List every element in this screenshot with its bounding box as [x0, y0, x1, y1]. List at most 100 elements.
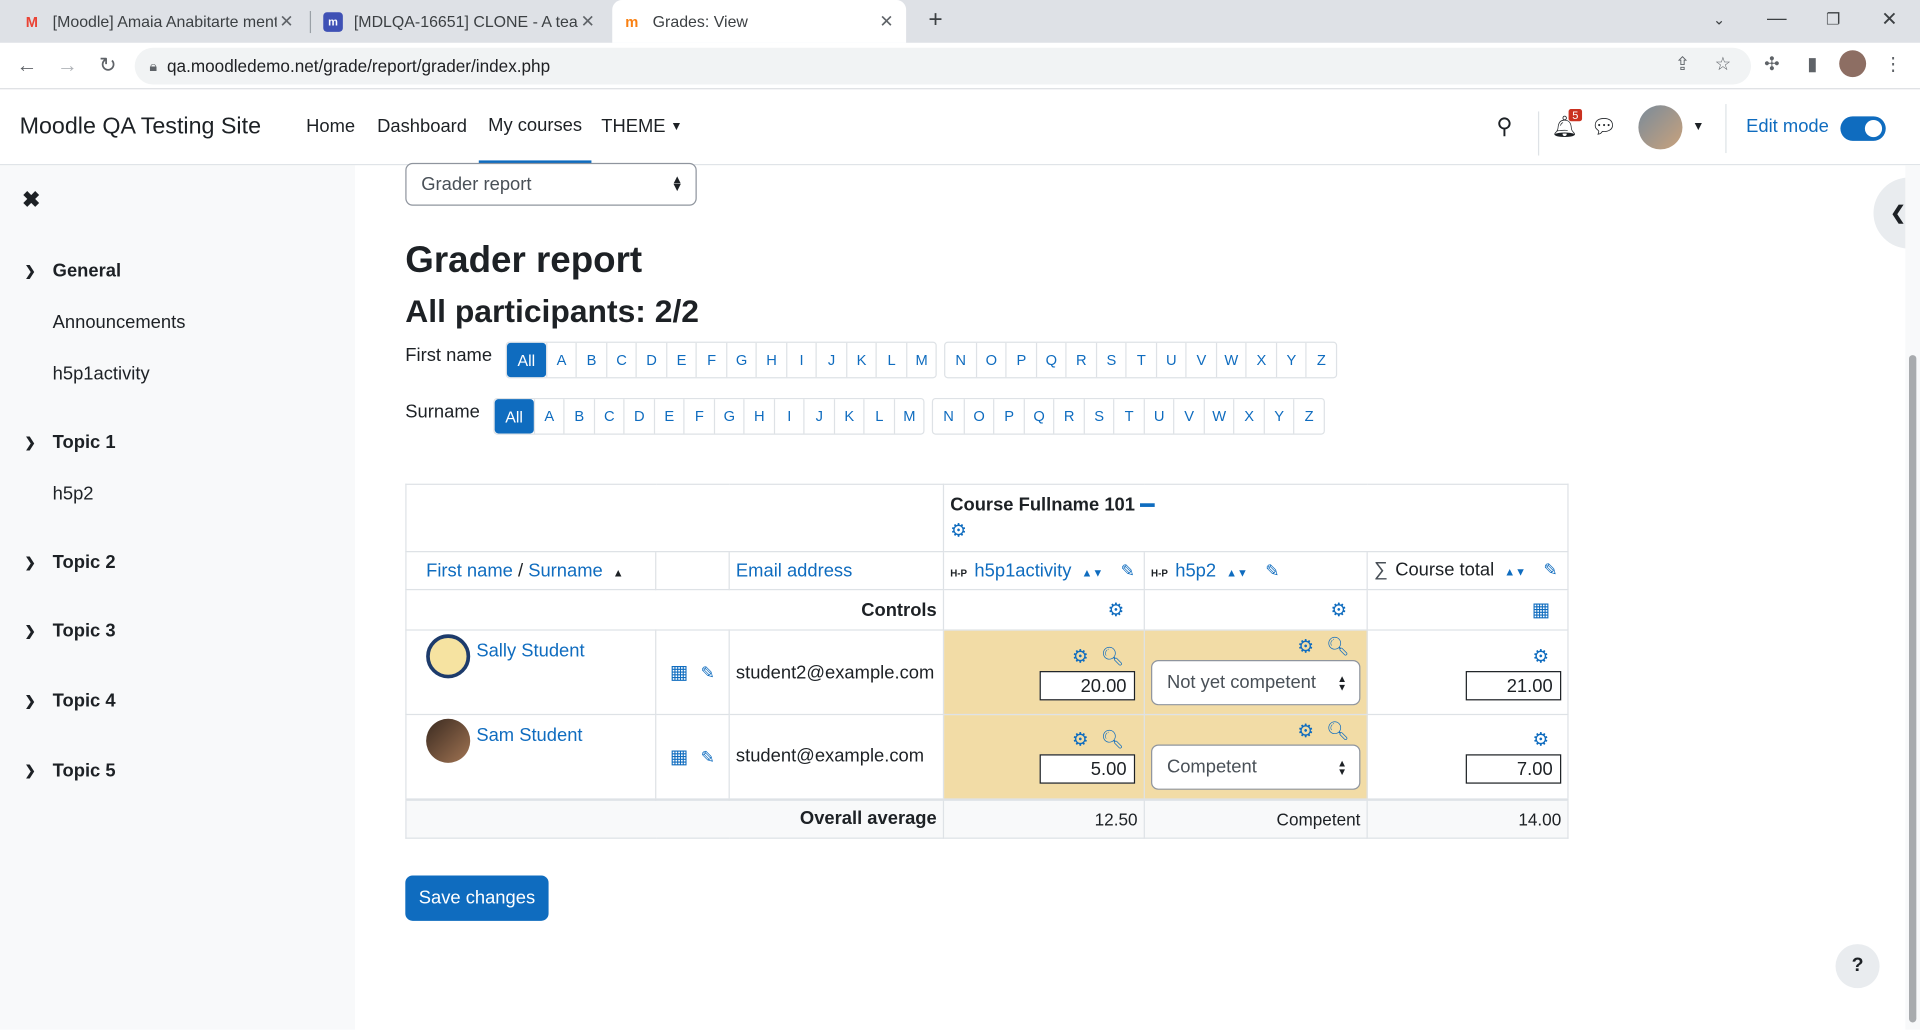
- letter-button[interactable]: T: [1125, 342, 1156, 378]
- gear-icon[interactable]: ⚙: [1297, 637, 1313, 658]
- gear-icon[interactable]: ⚙: [1072, 646, 1088, 667]
- gear-icon[interactable]: ⚙: [1108, 600, 1124, 621]
- letter-button[interactable]: D: [623, 399, 654, 434]
- nav-dashboard[interactable]: Dashboard: [377, 89, 467, 164]
- letter-button[interactable]: Y: [1275, 342, 1306, 378]
- letter-button[interactable]: J: [815, 342, 846, 378]
- close-tab-icon[interactable]: ✕: [578, 11, 598, 32]
- letter-button[interactable]: X: [1245, 342, 1276, 378]
- activity-announcements[interactable]: Announcements: [53, 312, 186, 333]
- scale-grade-select[interactable]: Competent ▲ ▼: [1151, 744, 1361, 790]
- sort-email-link[interactable]: Email address: [736, 560, 852, 581]
- letter-button[interactable]: T: [1113, 399, 1144, 434]
- letter-button[interactable]: O: [975, 342, 1006, 378]
- letter-button[interactable]: G: [725, 342, 756, 378]
- sort-icon[interactable]: ▲▼: [1081, 566, 1103, 578]
- letter-button[interactable]: B: [575, 342, 606, 378]
- edit-mode-toggle[interactable]: [1840, 116, 1886, 141]
- site-brand[interactable]: Moodle QA Testing Site: [20, 114, 261, 141]
- omnibox[interactable]: 🔒︎ qa.moodledemo.net/grade/report/grader…: [134, 47, 1752, 85]
- bookmark-star-icon[interactable]: ☆: [1709, 50, 1736, 77]
- restore-icon[interactable]: ❐: [1805, 0, 1861, 39]
- letter-button[interactable]: Q: [1023, 399, 1054, 434]
- letter-button[interactable]: O: [963, 399, 994, 434]
- letter-button[interactable]: F: [695, 342, 726, 378]
- letter-button[interactable]: I: [785, 342, 816, 378]
- scrollbar-thumb[interactable]: [1908, 355, 1917, 1023]
- letter-button[interactable]: V: [1173, 399, 1204, 434]
- letter-button[interactable]: L: [863, 399, 894, 434]
- grade-input[interactable]: 20.00: [1039, 670, 1136, 700]
- gear-icon[interactable]: ⚙: [1330, 600, 1346, 621]
- profile-avatar[interactable]: [1839, 50, 1867, 78]
- letter-button[interactable]: C: [605, 342, 636, 378]
- letter-button[interactable]: K: [845, 342, 876, 378]
- letter-button[interactable]: U: [1155, 342, 1186, 378]
- zoom-in-icon[interactable]: 🔍︎: [1101, 729, 1124, 751]
- share-icon[interactable]: ⇪: [1669, 50, 1696, 77]
- window-close-icon[interactable]: ✕: [1861, 0, 1917, 39]
- nav-theme[interactable]: THEME ▼: [601, 89, 682, 164]
- zoom-in-icon[interactable]: 🔍︎: [1326, 636, 1349, 658]
- close-drawer-icon[interactable]: ✖: [22, 187, 40, 213]
- pencil-icon[interactable]: ✎: [701, 747, 715, 768]
- side-panel-icon[interactable]: ▮: [1799, 50, 1826, 77]
- zoom-in-icon[interactable]: 🔍︎: [1101, 645, 1124, 667]
- letter-button[interactable]: D: [635, 342, 666, 378]
- letter-button[interactable]: W: [1203, 399, 1234, 434]
- h5p2-link[interactable]: h5p2: [1175, 560, 1216, 581]
- filter-all-button[interactable]: All: [506, 342, 546, 378]
- letter-button[interactable]: W: [1215, 342, 1246, 378]
- new-tab-icon[interactable]: +: [907, 0, 963, 39]
- letter-button[interactable]: X: [1233, 399, 1264, 434]
- activity-h5p2[interactable]: h5p2: [53, 484, 94, 505]
- user-menu[interactable]: ▼: [1638, 89, 1704, 164]
- letter-button[interactable]: R: [1065, 342, 1096, 378]
- save-changes-button[interactable]: Save changes: [405, 875, 549, 921]
- sort-firstname-link[interactable]: First name: [426, 560, 513, 581]
- section-topic-1[interactable]: ❯ Topic 1: [24, 432, 115, 453]
- sort-icon[interactable]: ▲▼: [1504, 566, 1526, 578]
- letter-button[interactable]: Z: [1305, 342, 1336, 378]
- letter-button[interactable]: S: [1083, 399, 1114, 434]
- letter-button[interactable]: A: [533, 399, 564, 434]
- back-icon[interactable]: ←: [11, 50, 43, 82]
- section-topic-4[interactable]: ❯ Topic 4: [24, 691, 115, 712]
- letter-button[interactable]: S: [1095, 342, 1126, 378]
- grade-table-icon[interactable]: ▦: [670, 660, 689, 684]
- letter-button[interactable]: Z: [1293, 399, 1324, 434]
- student-name-link[interactable]: Sam Student: [476, 725, 582, 746]
- browser-tab-tracker[interactable]: m [MDLQA-16651] CLONE - A teach ✕: [313, 0, 607, 43]
- letter-button[interactable]: B: [563, 399, 594, 434]
- total-input[interactable]: 21.00: [1465, 670, 1562, 700]
- letter-button[interactable]: Q: [1035, 342, 1066, 378]
- gear-icon[interactable]: ⚙: [1533, 730, 1549, 751]
- letter-button[interactable]: A: [545, 342, 576, 378]
- letter-button[interactable]: F: [683, 399, 714, 434]
- letter-button[interactable]: H: [743, 399, 774, 434]
- sort-icon[interactable]: ▲▼: [1226, 566, 1248, 578]
- student-name-link[interactable]: Sally Student: [476, 640, 584, 661]
- letter-button[interactable]: P: [993, 399, 1024, 434]
- section-general[interactable]: ❯ General: [24, 261, 121, 282]
- letter-button[interactable]: Y: [1263, 399, 1294, 434]
- letter-button[interactable]: J: [803, 399, 834, 434]
- browser-menu-icon[interactable]: ⋮: [1880, 50, 1907, 77]
- browser-tab-gmail[interactable]: M [Moodle] Amaia Anabitarte ment ✕: [12, 0, 306, 43]
- letter-button[interactable]: N: [946, 343, 976, 377]
- pencil-icon[interactable]: ✎: [701, 662, 715, 683]
- sort-surname-link[interactable]: Surname: [528, 560, 603, 581]
- notifications-icon[interactable]: 🔔︎ 5: [1551, 89, 1583, 164]
- gear-icon[interactable]: ⚙: [950, 519, 1561, 541]
- section-topic-3[interactable]: ❯ Topic 3: [24, 621, 115, 642]
- letter-button[interactable]: M: [893, 399, 924, 434]
- minimize-icon[interactable]: —: [1749, 0, 1805, 39]
- pencil-icon[interactable]: ✎: [1121, 560, 1135, 581]
- search-icon[interactable]: ⚲: [1496, 89, 1512, 164]
- letter-button[interactable]: U: [1143, 399, 1174, 434]
- browser-tab-grades[interactable]: m Grades: View ✕: [612, 0, 907, 43]
- close-tab-icon[interactable]: ✕: [277, 11, 297, 32]
- letter-button[interactable]: C: [593, 399, 624, 434]
- letter-button[interactable]: I: [773, 399, 804, 434]
- section-topic-2[interactable]: ❯ Topic 2: [24, 552, 115, 573]
